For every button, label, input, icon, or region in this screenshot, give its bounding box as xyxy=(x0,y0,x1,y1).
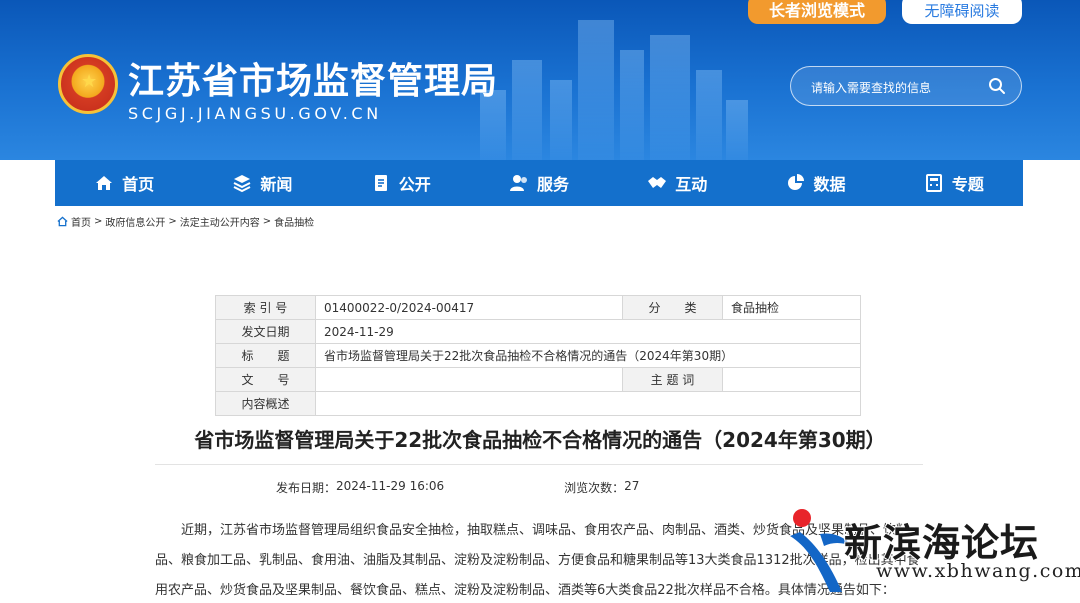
index-value: 01400022-0/2024-00417 xyxy=(315,295,623,320)
category-value: 食品抽检 xyxy=(722,295,861,320)
site-domain: SCJGJ.JIANGSU.GOV.CN xyxy=(128,104,382,123)
table-row: 发文日期 2024-11-29 xyxy=(215,319,861,344)
title-divider xyxy=(155,464,923,465)
nav-item-topic[interactable]: 专题 xyxy=(885,160,1023,206)
views-label: 浏览次数： xyxy=(564,481,625,495)
layers-icon xyxy=(233,175,251,193)
breadcrumb-separator: > xyxy=(94,216,103,227)
date-label: 发文日期 xyxy=(215,319,316,344)
date-value: 2024-11-29 xyxy=(315,319,861,344)
forum-watermark: 新滨海论坛 www.xbhwang.com xyxy=(786,502,1080,603)
nav-item-home[interactable]: 首页 xyxy=(55,160,193,206)
keyword-label: 主 题 词 xyxy=(622,367,723,392)
nav-item-news[interactable]: 新闻 xyxy=(193,160,331,206)
summary-value xyxy=(315,391,861,416)
nav-label: 数据 xyxy=(813,175,846,194)
index-label: 索 引 号 xyxy=(215,295,316,320)
nav-item-public[interactable]: 公开 xyxy=(332,160,470,206)
breadcrumb-separator: > xyxy=(262,216,272,227)
breadcrumb-item-food-inspection[interactable]: 食品抽检 xyxy=(274,214,314,229)
breadcrumb-item-legal-content[interactable]: 法定主动公开内容 xyxy=(180,214,260,229)
site-header: ★ 江苏省市场监督管理局 SCJGJ.JIANGSU.GOV.CN 长者浏览模式… xyxy=(0,0,1080,160)
nav-label: 互动 xyxy=(675,175,708,194)
breadcrumb: 首页 > 政府信息公开 > 法定主动公开内容 > 食品抽检 xyxy=(57,214,314,229)
accessible-reading-button[interactable]: 无障碍阅读 xyxy=(902,0,1022,24)
pie-chart-icon xyxy=(787,174,804,190)
nav-label: 专题 xyxy=(951,175,984,194)
views-value: 27 xyxy=(624,479,640,493)
table-row: 索 引 号 01400022-0/2024-00417 分 类 食品抽检 xyxy=(215,295,861,320)
breadcrumb-separator: > xyxy=(168,216,177,227)
forum-name: 新滨海论坛 xyxy=(843,520,1040,566)
search-input[interactable]: 请输入需要查找的信息 xyxy=(811,79,931,96)
nav-label: 公开 xyxy=(398,175,431,194)
table-row: 文 号 主 题 词 xyxy=(215,367,861,392)
search-box[interactable]: 请输入需要查找的信息 xyxy=(790,66,1022,106)
senior-mode-button[interactable]: 长者浏览模式 xyxy=(748,0,886,24)
article-title: 省市场监督管理局关于22批次食品抽检不合格情况的通告（2024年第30期） xyxy=(194,428,886,452)
calculator-icon xyxy=(925,174,942,192)
document-meta-table: 索 引 号 01400022-0/2024-00417 分 类 食品抽检 发文日… xyxy=(215,295,861,416)
home-icon xyxy=(57,216,68,227)
breadcrumb-item-gov-info[interactable]: 政府信息公开 xyxy=(105,214,165,229)
nav-label: 首页 xyxy=(122,175,155,194)
docno-value xyxy=(315,367,623,392)
nav-item-interact[interactable]: 互动 xyxy=(608,160,746,206)
category-label: 分 类 xyxy=(622,295,723,320)
keyword-value xyxy=(722,367,861,392)
nav-label: 新闻 xyxy=(260,175,293,194)
handshake-icon xyxy=(648,177,667,188)
table-row: 标 题 省市场监督管理局关于22批次食品抽检不合格情况的通告（2024年第30期… xyxy=(215,343,861,368)
docno-label: 文 号 xyxy=(215,367,316,392)
publish-date-value: 2024-11-29 16:06 xyxy=(336,479,445,493)
document-icon xyxy=(374,175,387,191)
nav-item-data[interactable]: 数据 xyxy=(746,160,884,206)
national-emblem-icon: ★ xyxy=(58,54,118,114)
breadcrumb-item-home[interactable]: 首页 xyxy=(71,214,91,229)
title-value: 省市场监督管理局关于22批次食品抽检不合格情况的通告（2024年第30期） xyxy=(315,343,861,368)
summary-label: 内容概述 xyxy=(215,391,316,416)
nav-item-service[interactable]: 服务 xyxy=(470,160,608,206)
main-nav: 首页 新闻 公开 服务 互动 数据 专题 xyxy=(55,160,1023,206)
forum-url: www.xbhwang.com xyxy=(876,560,1080,582)
publish-info: 发布日期： 2024-11-29 16:06 浏览次数： 27 xyxy=(276,479,639,496)
title-label: 标 题 xyxy=(215,343,316,368)
site-title: 江苏省市场监督管理局 xyxy=(128,61,499,102)
table-row: 内容概述 xyxy=(215,391,861,416)
search-icon[interactable] xyxy=(987,76,1007,96)
nav-label: 服务 xyxy=(536,175,569,194)
home-icon xyxy=(96,176,113,190)
city-skyline-decoration xyxy=(460,10,760,160)
users-icon xyxy=(509,175,527,191)
publish-date-label: 发布日期： xyxy=(276,481,337,495)
